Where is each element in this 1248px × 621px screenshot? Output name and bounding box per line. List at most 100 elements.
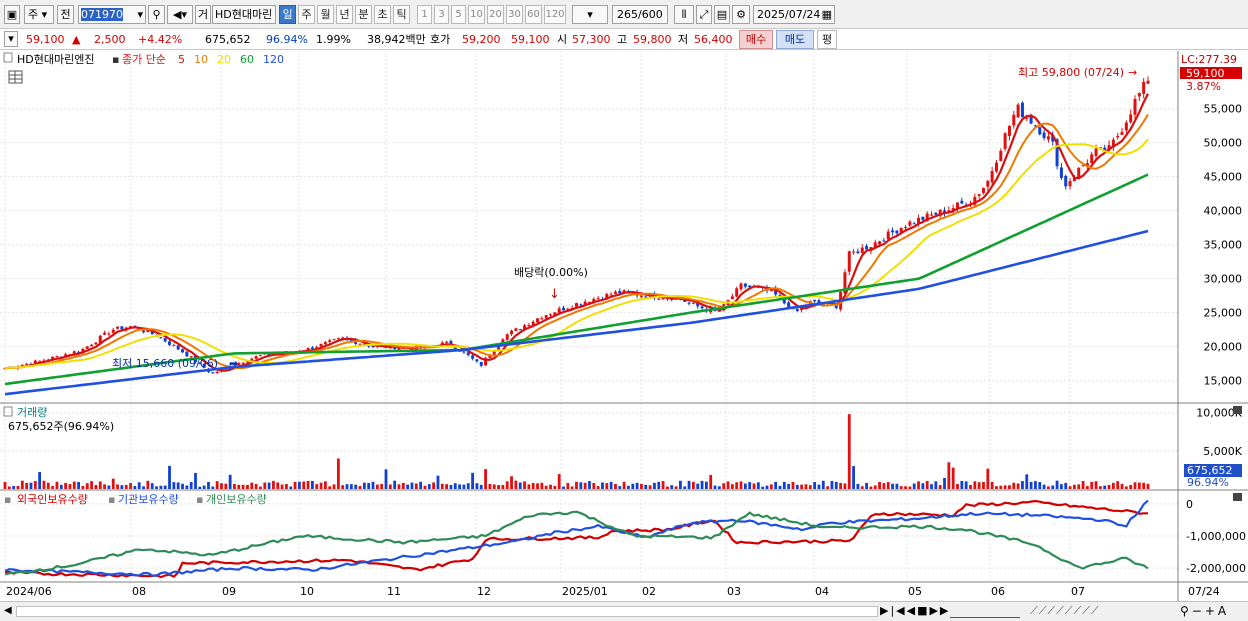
candle-body-199 <box>865 246 869 250</box>
code-input[interactable]: 071970 ▾ <box>78 5 146 24</box>
volume-bar-190 <box>826 486 830 489</box>
x-tick-5: 12 <box>477 585 491 598</box>
candle-body-221 <box>960 200 964 204</box>
candle-body-257 <box>1116 136 1120 138</box>
volume-close-icon[interactable] <box>1233 406 1242 414</box>
save-icon[interactable]: ▤ <box>714 5 730 24</box>
multiplier-5-button[interactable]: 5 <box>451 5 466 24</box>
chart-area: 55,000 50,000 45,000 40,000 35,000 30,000 25,0… <box>0 51 1248 601</box>
volume-bar-128 <box>557 474 561 489</box>
period-2-button[interactable]: 월 <box>317 5 334 24</box>
volume-bar-151 <box>657 481 661 489</box>
bottom-scrollbar[interactable]: ◀ ▶|◀◀■▶▶ ⟋⟋⟋⟋⟋⟋⟋⟋ ⚲−+A <box>0 601 1248 621</box>
period-4-button[interactable]: 분 <box>355 5 372 24</box>
volume-bar-216 <box>938 485 942 489</box>
volume-bar-88 <box>384 469 388 489</box>
chart-svg: 55,000 50,000 45,000 40,000 35,000 30,000 25,0… <box>0 51 1248 601</box>
max-arrow-icon: → <box>1128 66 1137 79</box>
candle-body-208 <box>904 227 908 229</box>
multiplier-120-button[interactable]: 120 <box>544 5 566 24</box>
speaker-icon[interactable]: ◀▾ <box>167 5 193 24</box>
buy-button[interactable]: 매수 <box>739 30 773 49</box>
stock-name-field[interactable]: HD현대마린 <box>212 5 276 24</box>
volume-bar-137 <box>596 486 600 489</box>
zoom-slider[interactable] <box>950 604 1020 618</box>
volume-bar-209 <box>908 486 912 489</box>
volume-bar-63 <box>276 482 280 489</box>
candle-body-37 <box>163 338 167 342</box>
x-tick-3: 10 <box>300 585 314 598</box>
volume-bar-73 <box>319 482 323 489</box>
volume-bar-12 <box>55 481 59 489</box>
type-select[interactable]: 주 ▾ <box>24 5 54 24</box>
candle-body-55 <box>241 362 245 364</box>
last-pct-tag: 3.87% <box>1186 80 1221 93</box>
candle-body-118 <box>514 328 518 332</box>
candle-body-20 <box>90 344 94 347</box>
window-icon[interactable]: ▣ <box>4 5 20 24</box>
volume-bar-146 <box>635 482 639 489</box>
period-0-button[interactable]: 일 <box>279 5 296 24</box>
candle-body-77 <box>336 338 340 340</box>
volume-bar-181 <box>787 483 791 489</box>
volume-bar-55 <box>241 484 245 489</box>
sell-button[interactable]: 매도 <box>776 30 814 49</box>
gear-icon[interactable]: ⚙ <box>732 5 750 24</box>
multiplier-20-button[interactable]: 20 <box>487 5 504 24</box>
candle-body-240 <box>1042 132 1046 138</box>
multiplier-60-button[interactable]: 60 <box>525 5 542 24</box>
period-3-button[interactable]: 년 <box>336 5 353 24</box>
volume-bar-215 <box>934 481 938 489</box>
volume-bar-52 <box>228 474 232 489</box>
volume-bar-256 <box>1111 482 1115 489</box>
candle-body-206 <box>895 230 899 234</box>
x-tick-8: 03 <box>727 585 741 598</box>
multiplier-dropdown[interactable]: ▾ <box>572 5 608 24</box>
volume-bar-143 <box>622 481 626 489</box>
period-1-button[interactable]: 주 <box>298 5 315 24</box>
volume-bar-40 <box>176 482 180 489</box>
volume-bar-229 <box>995 486 998 489</box>
price-tick-0: 55,000 <box>1204 103 1243 116</box>
candle-body-187 <box>813 299 817 302</box>
multiplier-30-button[interactable]: 30 <box>506 5 523 24</box>
volume-bar-118 <box>514 480 518 489</box>
draw-tools-icons[interactable]: ⟋⟋⟋⟋⟋⟋⟋⟋ <box>1030 604 1100 618</box>
volume-bar-162 <box>704 481 708 489</box>
candle-body-259 <box>1124 122 1128 131</box>
change-value: 2,500 <box>94 33 126 46</box>
volume-bar-61 <box>267 482 271 489</box>
candle-icon[interactable]: ⫴ <box>674 5 694 24</box>
count-field[interactable]: 265/600 <box>612 5 668 24</box>
x-tick-9: 04 <box>815 585 829 598</box>
stock-type-button[interactable]: 거 <box>195 5 211 24</box>
volume-bar-1 <box>7 486 11 489</box>
prev-button[interactable]: 전 <box>57 5 74 24</box>
scroll-left-icon[interactable]: ◀ <box>4 605 12 616</box>
period-5-button[interactable]: 초 <box>374 5 391 24</box>
draw-icon[interactable]: ⤢ <box>696 5 712 24</box>
volume-bar-89 <box>388 484 392 489</box>
expand-icon[interactable]: ▾ <box>4 31 18 47</box>
period-6-button[interactable]: 틱 <box>393 5 410 24</box>
volume-bar-259 <box>1124 486 1128 489</box>
volume-bar-47 <box>207 481 210 489</box>
holding-close-icon[interactable] <box>1233 493 1242 501</box>
multiplier-3-button[interactable]: 3 <box>434 5 449 24</box>
volume-current: 675,652주(96.94%) <box>8 420 114 433</box>
multiplier-10-button[interactable]: 10 <box>468 5 485 24</box>
scroll-nav-icons[interactable]: ▶|◀◀■▶▶ <box>880 604 950 617</box>
candle-body-158 <box>687 302 691 304</box>
volume-bar-44 <box>194 472 197 489</box>
candle-body-102 <box>445 341 449 343</box>
scroll-track[interactable] <box>16 606 878 617</box>
search-icon[interactable]: ⚲ <box>148 5 165 24</box>
candle-body-132 <box>575 303 578 307</box>
candle-body-170 <box>739 283 743 290</box>
eval-button[interactable]: 평 <box>817 30 837 49</box>
zoom-icons[interactable]: ⚲−+A <box>1180 604 1229 618</box>
volume-bar-170 <box>739 481 743 489</box>
volume-bar-105 <box>458 484 462 489</box>
multiplier-1-button[interactable]: 1 <box>417 5 432 24</box>
date-input[interactable]: 2025/07/24 ▦ <box>753 5 835 24</box>
